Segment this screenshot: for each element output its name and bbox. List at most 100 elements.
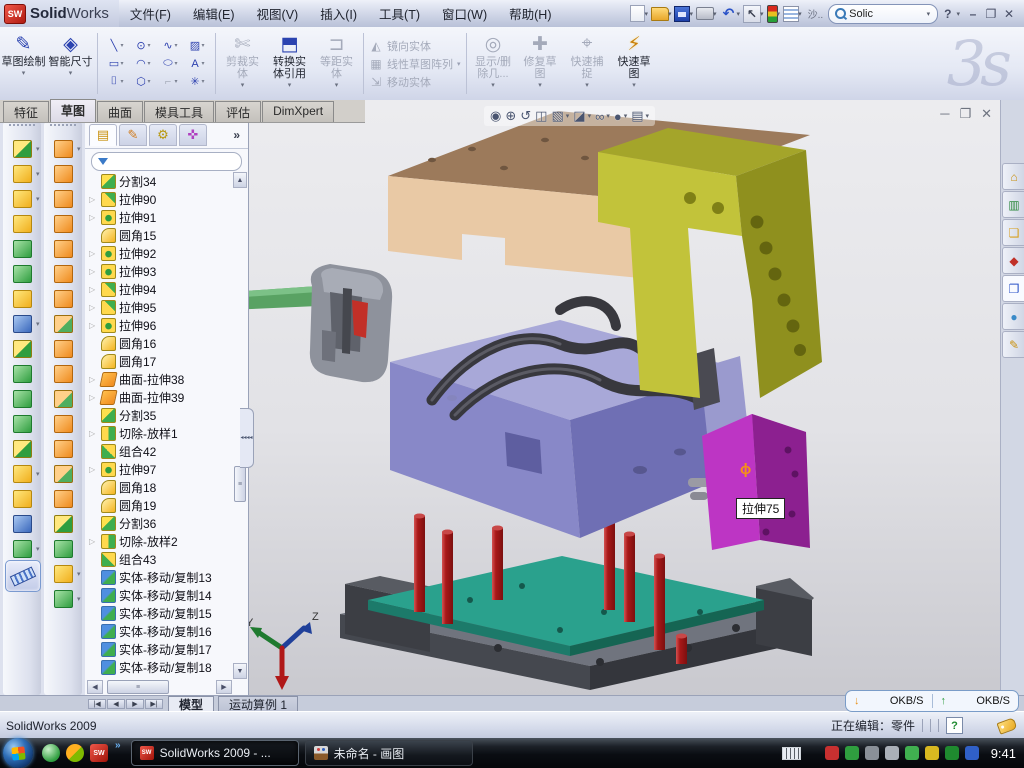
dropdown-caret-icon[interactable]: ▾ — [491, 81, 495, 89]
keyboard-layout-icon[interactable] — [782, 747, 801, 760]
close-button[interactable]: ✕ — [1000, 7, 1018, 21]
tree-item[interactable]: ▷ 切除-放样1 — [85, 424, 232, 442]
sketch-fillet-icon[interactable]: ⌐▾ — [157, 73, 183, 90]
surface-fillet-icon[interactable] — [54, 515, 73, 533]
document-tab[interactable]: 运动算例 1 — [218, 696, 298, 712]
prev-tab-button[interactable]: ◀ — [107, 699, 125, 709]
search-results-tab[interactable]: ◆ — [1002, 247, 1024, 274]
move-copy-body-icon[interactable] — [13, 440, 32, 458]
tree-item[interactable]: ▷ 组合43 — [85, 550, 232, 568]
health-shield-icon[interactable] — [945, 746, 959, 760]
file-explorer-tab[interactable]: ❏ — [1002, 219, 1024, 246]
minimize-button[interactable]: – — [964, 7, 982, 21]
expand-arrow-icon[interactable]: ▷ — [89, 285, 98, 294]
lofted-surface-icon[interactable] — [54, 215, 73, 233]
view-orientation-icon[interactable]: ▧▾ — [551, 108, 569, 124]
options-icon[interactable] — [783, 6, 799, 22]
expand-arrow-icon[interactable]: ▷ — [89, 213, 98, 222]
tree-item[interactable]: ▷ 拉伸93 — [85, 262, 232, 280]
quick-snaps-button[interactable]: ⌖ 快速捕 捉 ▾ — [564, 27, 611, 100]
mirror-icon[interactable] — [13, 415, 32, 433]
repair-sketch-button[interactable]: ✚ 修复草 图 ▾ — [517, 27, 564, 100]
display-style-icon[interactable]: ◪▾ — [573, 108, 591, 124]
swept-surface-icon[interactable] — [54, 190, 73, 208]
print-icon[interactable] — [696, 7, 714, 20]
expand-arrow-icon[interactable]: ▷ — [89, 249, 98, 258]
dropdown-caret-icon[interactable]: ▾ — [624, 112, 628, 120]
doc-minimize-button[interactable]: ─ — [940, 106, 949, 122]
ribbon-tab[interactable]: DimXpert — [262, 101, 334, 122]
offset-entities-button[interactable]: ⊐ 等距实 体 ▾ — [313, 27, 360, 100]
appearances-scenes-tab[interactable]: ● — [1002, 303, 1024, 330]
quicklaunch-overflow-chevron[interactable]: » — [115, 738, 121, 751]
quick-tips-help-button[interactable]: ? — [946, 717, 963, 734]
scroll-up-button[interactable]: ▲ — [233, 172, 247, 188]
update-icon[interactable] — [865, 746, 879, 760]
taskbar-app-button[interactable]: 未命名 - 画图 — [305, 740, 473, 766]
part-guide-rod[interactable] — [248, 286, 318, 310]
tree-item[interactable]: ▷ 曲面-拉伸39 — [85, 388, 232, 406]
part-right-rail[interactable] — [756, 578, 814, 656]
revolved-surface-icon[interactable] — [54, 165, 73, 183]
toolbar-grip[interactable] — [9, 124, 35, 133]
zoom-to-area-icon[interactable]: ⊕▾ — [505, 108, 516, 124]
rib-icon[interactable] — [13, 340, 32, 358]
next-tab-button[interactable]: ▶ — [126, 699, 144, 709]
ellipse-icon[interactable]: ⬭▾ — [157, 55, 183, 72]
apply-scene-icon[interactable]: ▤▾ — [631, 108, 649, 124]
fm-overflow-button[interactable]: » — [233, 128, 248, 142]
dropdown-caret-icon[interactable]: ▾ — [147, 60, 150, 67]
tree-item[interactable]: ▷ 实体-移动/复制16 — [85, 622, 232, 640]
tree-item[interactable]: ▷ 拉伸94 — [85, 280, 232, 298]
dropdown-caret-icon[interactable]: ▾ — [147, 42, 150, 49]
arc-icon[interactable]: ◠▾ — [130, 55, 156, 72]
search-caret-icon[interactable]: ▾ — [927, 10, 931, 18]
dropdown-caret-icon[interactable]: ▾ — [201, 78, 204, 85]
trim-surface-icon[interactable] — [54, 465, 73, 483]
save-icon[interactable] — [674, 6, 690, 22]
delete-face-icon[interactable] — [54, 390, 73, 408]
tree-item[interactable]: ▷ 曲面-拉伸38 — [85, 370, 232, 388]
dimxpertmanager-tab[interactable]: ✜ — [179, 124, 207, 146]
rectangle-icon[interactable]: ▭▾ — [103, 55, 129, 72]
dropdown-caret-icon[interactable]: ▾ — [174, 42, 177, 49]
tree-item[interactable]: ▷ 分割34 — [85, 172, 232, 190]
undo-icon[interactable]: ↶ — [720, 6, 738, 22]
hole-wizard-icon[interactable] — [13, 290, 32, 308]
menu-item[interactable]: 视图(V) — [246, 1, 310, 26]
filled-surface-icon[interactable] — [54, 265, 73, 283]
graphics-area[interactable]: ϕ Y Z X ◉▾ ⊕▾ — [248, 100, 1000, 695]
tree-item[interactable]: ▷ 圆角16 — [85, 334, 232, 352]
first-tab-button[interactable]: |◀ — [88, 699, 106, 709]
antivirus-shield-icon[interactable] — [825, 746, 839, 760]
dropdown-caret-icon[interactable]: ▾ — [201, 42, 204, 49]
reference-axis-icon[interactable] — [13, 515, 32, 533]
custom-properties-tab[interactable]: ✎ — [1002, 331, 1024, 358]
taskbar-clock[interactable]: 9:41 — [985, 746, 1016, 761]
menu-item[interactable]: 窗口(W) — [431, 1, 498, 26]
tree-filter-box[interactable] — [91, 152, 242, 171]
ribbon-tab[interactable]: 特征 — [3, 101, 49, 122]
scrollbar-thumb[interactable]: ≡ — [107, 680, 169, 694]
dropdown-caret-icon[interactable]: ▾ — [632, 81, 636, 89]
new-document-icon[interactable] — [630, 5, 645, 22]
dropdown-caret-icon[interactable]: ▾ — [538, 81, 542, 89]
quicklaunch-messenger-icon[interactable] — [42, 744, 60, 762]
expand-arrow-icon[interactable]: ▷ — [89, 393, 98, 402]
extruded-boss-icon[interactable] — [13, 140, 32, 158]
scrollbar-thumb[interactable]: ≡ — [234, 466, 246, 502]
sketch-button[interactable]: ✎ 草图绘制 ▾ — [0, 27, 47, 100]
tree-item[interactable]: ▷ 拉伸97 — [85, 460, 232, 478]
dropdown-caret-icon[interactable]: ▾ — [737, 10, 741, 18]
expand-arrow-icon[interactable]: ▷ — [89, 303, 98, 312]
planar-surface-icon[interactable] — [54, 290, 73, 308]
dropdown-caret-icon[interactable]: ▾ — [120, 78, 123, 85]
upload-status-icon[interactable] — [905, 746, 919, 760]
dropdown-caret-icon[interactable]: ▾ — [668, 10, 672, 18]
volume-icon[interactable] — [885, 746, 899, 760]
expand-arrow-icon[interactable]: ▷ — [89, 375, 98, 384]
dropdown-caret-icon[interactable]: ▾ — [69, 69, 73, 77]
tree-item[interactable]: ▷ 拉伸96 — [85, 316, 232, 334]
sketch-text-icon[interactable]: A▾ — [184, 55, 210, 72]
toolbar-grip[interactable] — [50, 124, 76, 133]
